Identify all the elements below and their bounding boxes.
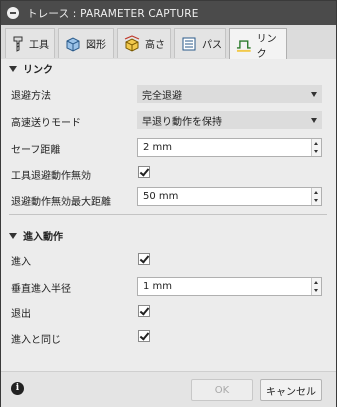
section-title: リンク [23,65,53,76]
tab-tool[interactable]: 工具 [5,28,55,58]
lead-out-checkbox[interactable] [138,305,150,317]
spinner[interactable] [311,188,321,205]
ok-button[interactable]: OK [191,379,253,401]
spinner[interactable] [311,278,321,295]
dialog-title: トレース : PARAMETER CAPTURE [27,7,199,20]
collapse-caret-icon [9,65,17,72]
cancel-button[interactable]: キャンセル [260,379,322,401]
operation-dialog: トレース : PARAMETER CAPTURE 工具 図形 高さ パス リンク… [0,0,337,407]
field-value: 2 mm [143,142,173,153]
lead-out-label: 退出 [11,309,31,320]
tab-label: パス [202,40,222,51]
spin-down-icon[interactable] [314,199,318,202]
info-icon[interactable]: i [11,382,24,395]
retraction-policy-label: 退避方法 [11,91,51,102]
tab-geometry[interactable]: 図形 [58,28,114,58]
same-as-lead-in-label: 進入と同じ [11,335,61,346]
collapse-icon[interactable] [7,7,19,19]
spin-down-icon[interactable] [314,289,318,292]
spinner[interactable] [311,139,321,156]
checkmark-icon [139,166,150,177]
tab-label: 高さ [145,40,165,51]
passes-icon [182,37,196,50]
linking-section-header[interactable]: リンク [9,61,53,76]
select-value: 早退り動作を保持 [142,116,222,128]
section-divider [9,214,327,215]
title-bar[interactable]: トレース : PARAMETER CAPTURE [1,1,336,25]
checkmark-icon [139,330,150,341]
checkmark-icon [139,253,150,264]
max-stay-down-distance-label: 退避動作無効最大距離 [11,197,111,208]
dialog-footer: i OK キャンセル [1,371,336,407]
lead-section-header[interactable]: 進入動作 [9,228,63,243]
tab-label: リンク [256,33,277,60]
tab-linking[interactable]: リンク [229,28,287,60]
safe-distance-field[interactable]: 2 mm [137,138,322,157]
geometry-icon [66,36,80,52]
tab-passes[interactable]: パス [174,28,226,58]
spin-up-icon[interactable] [314,281,318,284]
same-as-lead-in-checkbox[interactable] [138,330,150,342]
heights-icon [124,34,140,52]
tab-label: 工具 [29,40,49,51]
field-value: 50 mm [143,191,179,202]
vertical-lead-in-radius-label: 垂直進入半径 [11,284,71,295]
lead-in-label: 進入 [11,257,31,268]
tool-icon [13,36,23,52]
spin-down-icon[interactable] [314,150,318,153]
section-title: 進入動作 [23,232,63,243]
spin-up-icon[interactable] [314,142,318,145]
vertical-lead-in-radius-field[interactable]: 1 mm [137,277,322,296]
safe-distance-label: セーフ距離 [11,145,61,156]
dropdown-arrow-icon [311,92,317,97]
tab-label: 図形 [86,40,106,51]
high-feed-mode-select[interactable]: 早退り動作を保持 [137,111,322,129]
no-engagement-retract-checkbox[interactable] [138,166,150,178]
collapse-caret-icon [9,232,17,239]
lead-in-checkbox[interactable] [138,253,150,265]
no-engagement-retract-label: 工具退避動作無効 [11,171,91,182]
spin-up-icon[interactable] [314,191,318,194]
checkmark-icon [139,305,150,316]
tab-heights[interactable]: 高さ [117,28,171,58]
retraction-policy-select[interactable]: 完全退避 [137,85,322,103]
high-feed-mode-label: 高速送りモード [11,118,81,129]
linking-icon [236,39,251,52]
max-stay-down-distance-field[interactable]: 50 mm [137,187,322,206]
field-value: 1 mm [143,281,173,292]
select-value: 完全退避 [142,90,182,102]
tab-bar: 工具 図形 高さ パス リンク [1,25,336,60]
dropdown-arrow-icon [311,118,317,123]
linking-panel: リンク 退避方法 完全退避 高速送りモード 早退り動作を保持 セーフ距離 2 m… [1,59,336,371]
